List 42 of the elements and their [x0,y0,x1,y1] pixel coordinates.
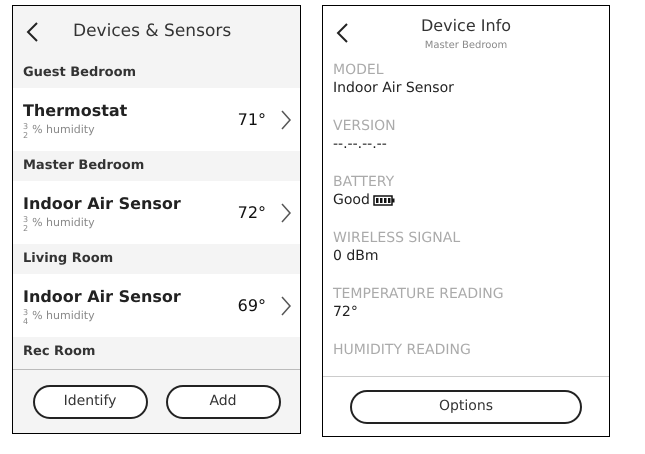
room-header: Living Room [23,250,114,268]
room-header: Guest Bedroom [23,64,136,82]
humidity-digit: 3 [23,308,28,316]
room-header: Master Bedroom [23,157,144,176]
screen-title: Devices & Sensors [73,20,232,44]
humidity-digit: 4 [23,316,28,326]
device-name: Indoor Air Sensor [23,192,182,214]
humidity-digit: 2 [23,130,28,140]
humidity-label: % humidity [32,122,95,138]
device-name: Thermostat [23,100,128,122]
field-value: 72° [333,303,358,321]
humidity-digit: 2 [23,224,28,232]
field-value: --.--.--.-- [333,135,387,153]
temperature: 72° [238,202,266,224]
chevron-icon [280,294,292,316]
field-value: Good [333,191,370,209]
field-label: HUMIDITY READING [333,341,472,359]
battery-icon [372,194,395,206]
chevron-icon [280,202,292,224]
field-value: 0 dBm [333,247,378,265]
field-value: Indoor Air Sensor [333,79,454,97]
options-button[interactable]: Options [350,390,582,424]
action-button[interactable]: Add [166,384,280,418]
action-button[interactable]: Identify [32,384,148,418]
room-header: Rec Room [23,343,96,362]
humidity-digit: 3 [23,122,28,130]
field-label: TEMPERATURE READING [333,285,505,303]
humidity-digit: 3 [23,214,28,224]
temperature: 71° [238,108,266,130]
chevron-icon [280,108,292,130]
back-icon[interactable] [335,22,349,44]
field-label: VERSION [333,117,397,135]
field-label: BATTERY [333,173,396,191]
humidity-label: % humidity [32,215,95,232]
temperature: 69° [238,294,266,316]
back-icon[interactable] [25,21,39,43]
field-label: WIRELESS SIGNAL [333,229,462,247]
screen-title: Device Info [420,15,512,37]
field-label: MODEL [333,61,385,79]
humidity-label: % humidity [32,308,95,324]
screen-subtitle: Master Bedroom [424,39,508,53]
device-name: Indoor Air Sensor [23,286,182,308]
